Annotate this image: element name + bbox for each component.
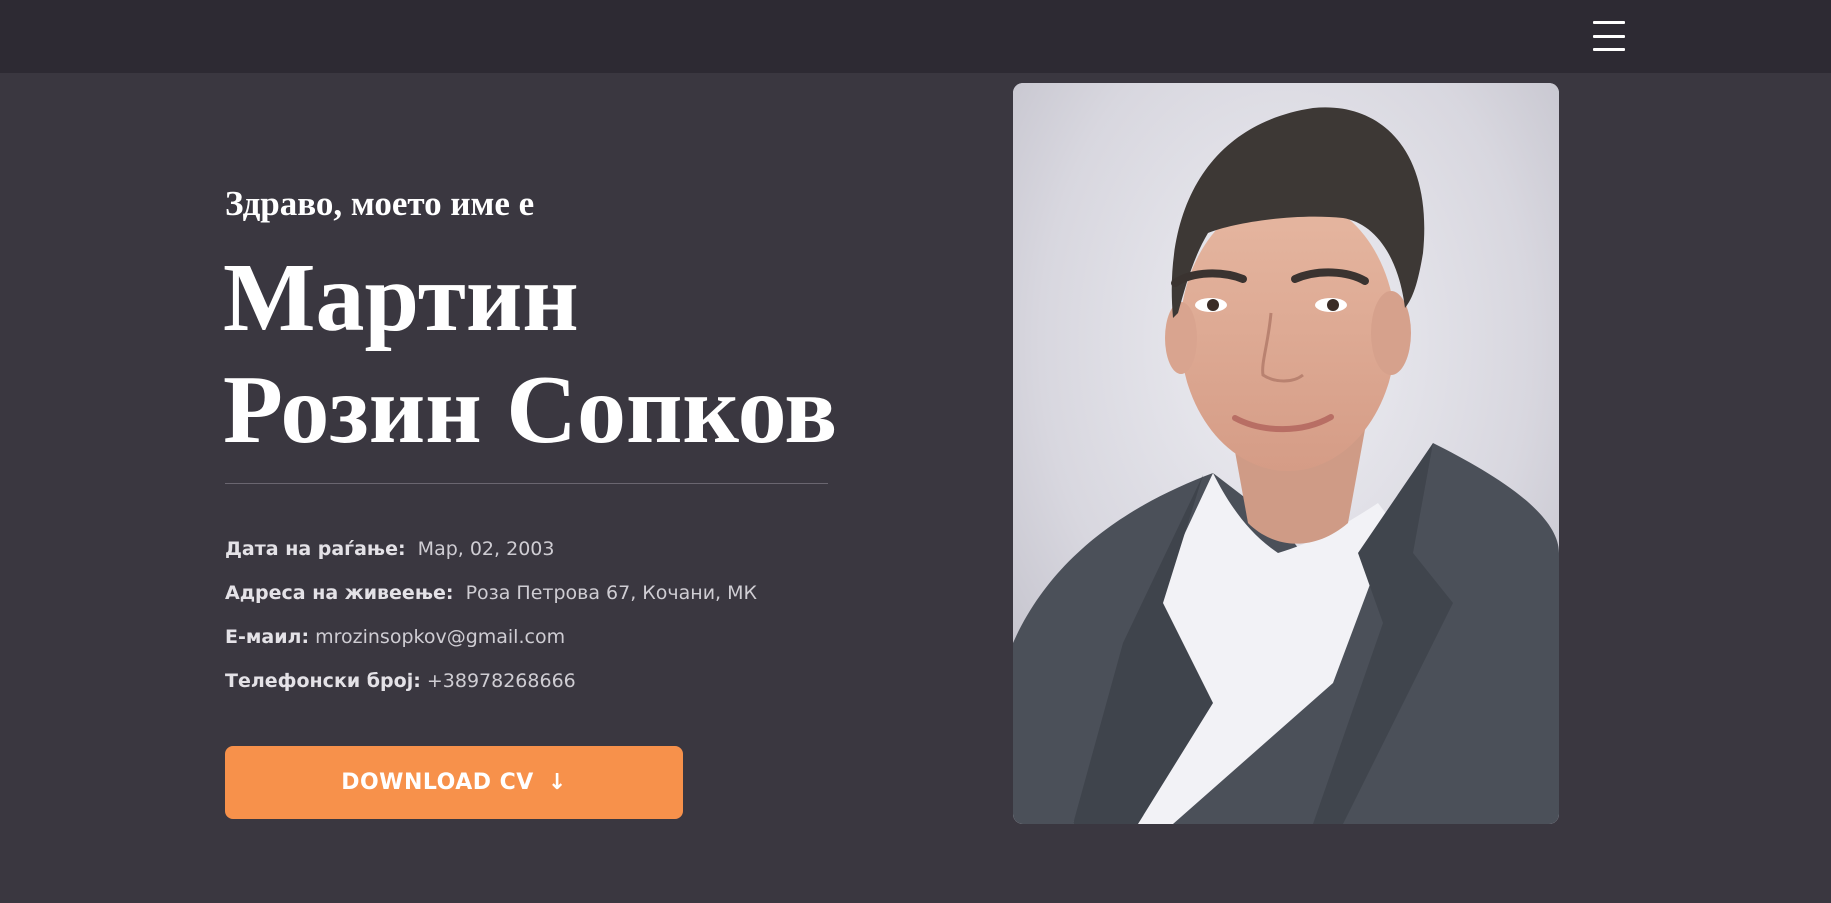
name-last: Розин Сопков xyxy=(223,356,838,464)
phone-row: Телефонски број: +38978268666 xyxy=(225,670,576,692)
email-label: Е-маил: xyxy=(225,626,310,648)
greeting-text: Здраво, моето име е xyxy=(225,184,535,223)
phone-value: +38978268666 xyxy=(426,670,576,692)
profile-photo xyxy=(1013,83,1559,824)
birth-date-row: Дата на раѓање: Мар, 02, 2003 xyxy=(225,538,554,560)
menu-line xyxy=(1593,21,1625,24)
menu-line xyxy=(1593,48,1625,51)
birth-date-label: Дата на раѓање: xyxy=(225,538,406,560)
name-first: Мартин xyxy=(223,244,579,352)
address-row: Адреса на живеење: Роза Петрова 67, Коча… xyxy=(225,582,757,604)
menu-line xyxy=(1593,34,1625,38)
email-value: mrozinsopkov@gmail.com xyxy=(315,626,566,648)
arrow-down-icon: ↓ xyxy=(547,770,567,795)
download-cv-button[interactable]: DOWNLOAD CV ↓ xyxy=(225,746,683,819)
hamburger-menu-icon[interactable] xyxy=(1592,18,1626,54)
address-value: Роза Петрова 67, Кочани, МК xyxy=(465,582,758,604)
address-label: Адреса на живеење: xyxy=(225,582,454,604)
birth-date-value: Мар, 02, 2003 xyxy=(417,538,555,560)
download-cv-label: DOWNLOAD CV xyxy=(341,770,534,795)
phone-label: Телефонски број: xyxy=(225,670,421,692)
top-navbar xyxy=(0,0,1831,73)
email-row: Е-маил: mrozinsopkov@gmail.com xyxy=(225,626,565,648)
divider xyxy=(225,483,828,484)
